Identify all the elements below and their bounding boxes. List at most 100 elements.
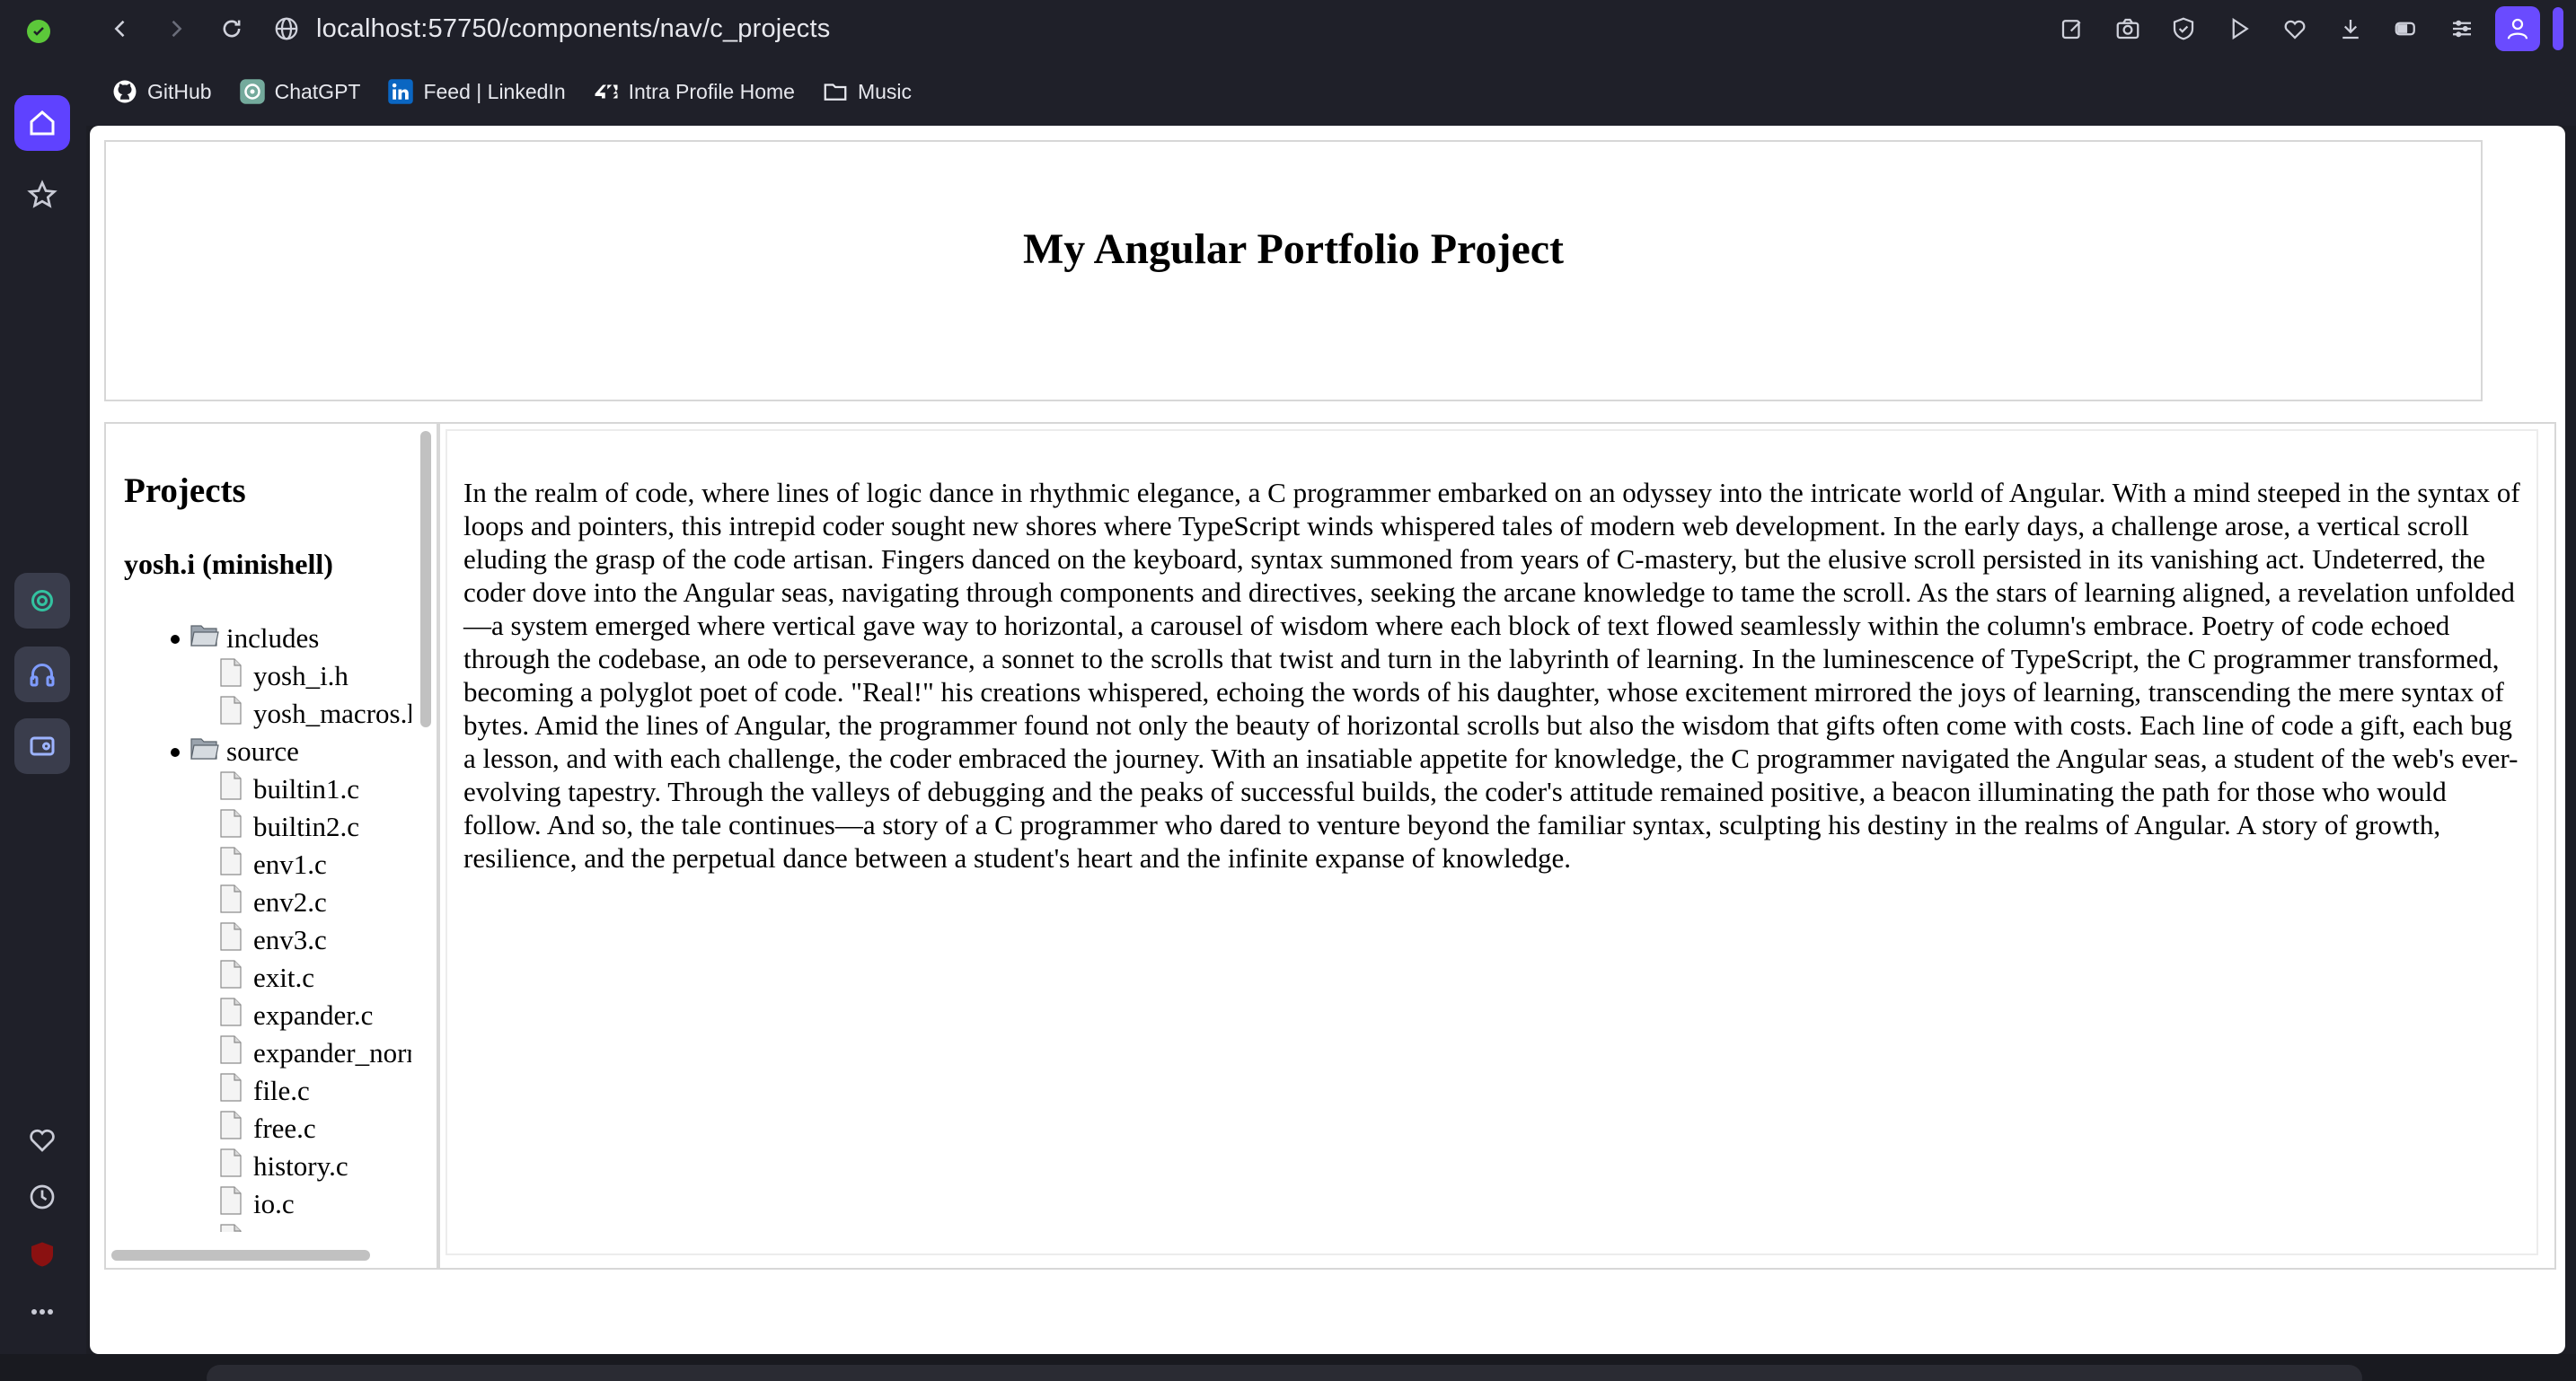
vertical-scrollbar-thumb[interactable]	[420, 431, 431, 727]
tree-file[interactable]: expander.c	[106, 997, 411, 1034]
file-label: expander_norm.c	[253, 1037, 411, 1069]
projects-panel[interactable]: Projects yosh.i (minishell) includes yosh…	[104, 422, 438, 1270]
horizontal-scrollbar-thumb[interactable]	[111, 1250, 370, 1261]
list-bullet	[171, 748, 180, 757]
linkedin-icon	[387, 78, 414, 105]
file-label: env1.c	[253, 849, 327, 880]
sidebar-panel-toggle[interactable]	[2553, 7, 2563, 50]
story-text: In the realm of code, where lines of log…	[463, 477, 2520, 874]
tree-file[interactable]: yosh_macros.h	[106, 695, 411, 733]
file-label: exit.c	[253, 962, 314, 993]
bookmark-linkedin[interactable]: Feed | LinkedIn	[387, 78, 566, 105]
tree-file[interactable]: env1.c	[106, 846, 411, 884]
bookmark-label: ChatGPT	[274, 79, 361, 103]
play-icon[interactable]	[2217, 6, 2262, 51]
bookmark-label: Music	[857, 79, 913, 103]
bookmark-label: Intra Profile Home	[628, 79, 795, 103]
download-icon[interactable]	[2328, 6, 2373, 51]
url-text: localhost:57750/components/nav/c_project…	[316, 13, 831, 43]
bookmark-music[interactable]: Music	[822, 78, 912, 105]
page-viewport: My Angular Portfolio Project Projects yo…	[90, 126, 2565, 1354]
bookmark-intra[interactable]: Intra Profile Home	[593, 78, 795, 105]
file-label: builtin1.c	[253, 773, 359, 805]
horizontal-scrollbar[interactable]	[110, 1248, 415, 1262]
tree-file[interactable]: free.c	[106, 1110, 411, 1148]
more-icon[interactable]	[14, 1284, 70, 1340]
back-icon[interactable]	[97, 5, 144, 52]
folder-label: source	[226, 735, 299, 767]
file-icon	[219, 1148, 253, 1184]
heart-icon[interactable]	[14, 1112, 70, 1167]
list-bullet	[171, 635, 180, 644]
tree-file[interactable]: builtin1.c	[106, 770, 411, 808]
file-icon	[219, 960, 253, 996]
wallet-app-icon[interactable]	[14, 718, 70, 774]
dock-area	[0, 1354, 2576, 1381]
file-icon	[219, 1073, 253, 1109]
globe-icon	[275, 17, 298, 40]
tree-folder-includes[interactable]: includes	[106, 620, 411, 657]
file-label: free.c	[253, 1113, 316, 1144]
tree-file[interactable]: expander_norm.c	[106, 1034, 411, 1072]
headphones-app-icon[interactable]	[14, 647, 70, 702]
file-label: yosh_macros.h	[253, 698, 411, 729]
page-header: My Angular Portfolio Project	[104, 140, 2483, 401]
file-icon	[219, 847, 253, 883]
file-icon	[219, 1111, 253, 1147]
file-icon	[219, 884, 253, 920]
folder-open-icon	[176, 622, 226, 655]
file-label: history.c	[253, 1150, 348, 1182]
file-icon	[219, 696, 253, 732]
file-icon	[219, 1224, 253, 1232]
profile-icon[interactable]	[2495, 6, 2540, 51]
address-bar[interactable]: localhost:57750/components/nav/c_project…	[273, 5, 830, 52]
easy-setup-icon[interactable]	[2439, 6, 2484, 51]
folder-icon	[822, 78, 849, 105]
file-label: main.c	[253, 1226, 329, 1232]
file-icon	[219, 771, 253, 807]
tree-file[interactable]: builtin2.c	[106, 808, 411, 846]
star-icon[interactable]	[14, 167, 70, 223]
file-icon	[219, 998, 253, 1034]
chatgpt-app-icon[interactable]	[14, 573, 70, 629]
tree-file[interactable]: io.c	[106, 1185, 411, 1223]
42-icon	[593, 78, 620, 105]
reload-icon[interactable]	[208, 5, 255, 52]
tree-file[interactable]: env3.c	[106, 921, 411, 959]
page-title: My Angular Portfolio Project	[1022, 225, 1565, 273]
tree-file[interactable]: file.c	[106, 1072, 411, 1110]
projects-heading: Projects	[124, 471, 246, 510]
toolbar-actions	[2050, 5, 2540, 52]
folder-open-icon	[176, 735, 226, 768]
tree-file[interactable]: main.c	[106, 1223, 411, 1232]
battery-saver-icon[interactable]	[2384, 6, 2429, 51]
tree-file[interactable]: yosh_i.h	[106, 657, 411, 695]
bookmark-label: GitHub	[147, 79, 212, 103]
bookmark-github[interactable]: GitHub	[111, 78, 212, 105]
camera-icon[interactable]	[2105, 6, 2150, 51]
file-label: io.c	[253, 1188, 295, 1219]
tree-folder-source[interactable]: source	[106, 733, 411, 770]
heart-outline-icon[interactable]	[2272, 6, 2317, 51]
projects-scroll-area: Projects yosh.i (minishell) includes yosh…	[106, 424, 411, 1232]
extension-status-icon[interactable]	[27, 20, 50, 43]
tree-file[interactable]: env2.c	[106, 884, 411, 921]
file-label: file.c	[253, 1075, 310, 1106]
folder-label: includes	[226, 622, 320, 654]
home-icon[interactable]	[14, 95, 70, 151]
tree-file[interactable]: exit.c	[106, 959, 411, 997]
content-box: In the realm of code, where lines of log…	[446, 429, 2538, 1255]
forward-icon[interactable]	[153, 5, 199, 52]
vertical-scrollbar[interactable]	[419, 431, 433, 1257]
shield-icon[interactable]	[2161, 6, 2206, 51]
file-icon	[219, 922, 253, 958]
bookmark-chatgpt[interactable]: ChatGPT	[239, 78, 361, 105]
history-icon[interactable]	[14, 1169, 70, 1225]
tree-file[interactable]: history.c	[106, 1148, 411, 1185]
content-panel: In the realm of code, where lines of log…	[438, 422, 2556, 1270]
browser-sidebar	[0, 0, 86, 1381]
ublock-icon[interactable]	[14, 1227, 70, 1282]
edit-icon[interactable]	[2050, 6, 2095, 51]
file-label: env3.c	[253, 924, 327, 955]
file-icon	[219, 809, 253, 845]
